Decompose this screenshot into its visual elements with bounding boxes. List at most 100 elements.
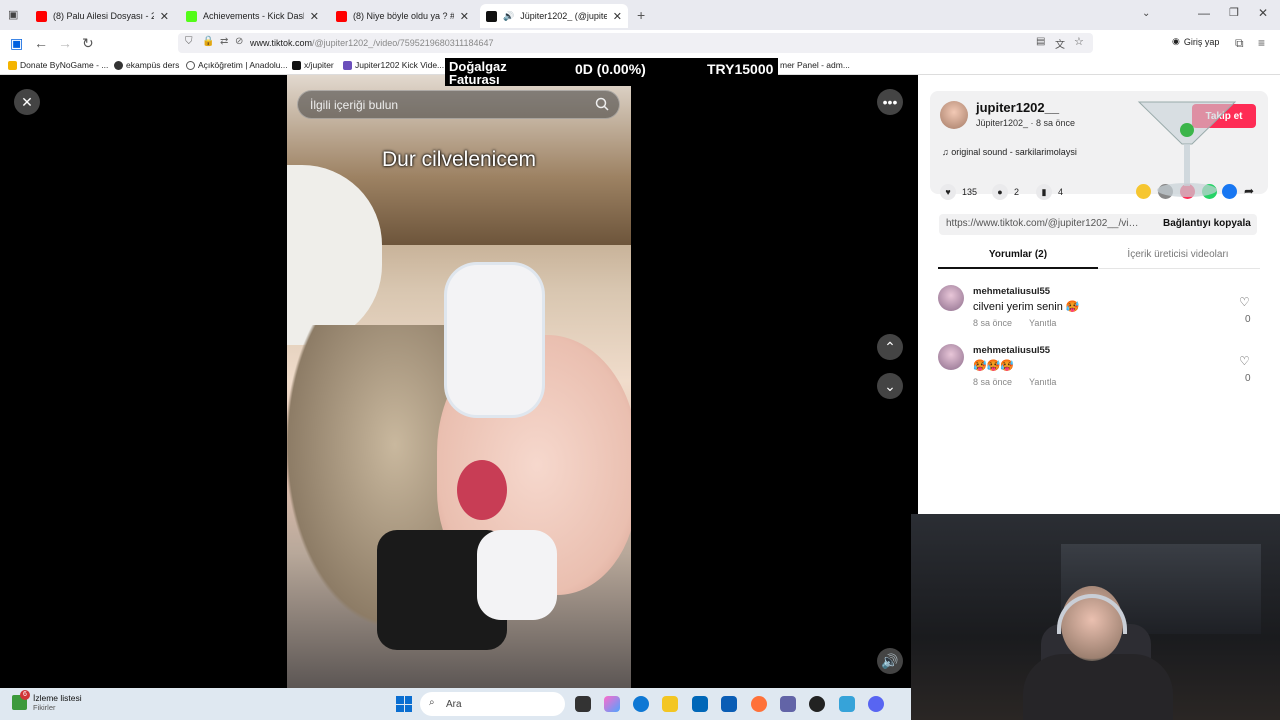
lock-icon[interactable]: 🔒 — [202, 36, 214, 47]
translate-icon[interactable]: 文 — [1055, 36, 1065, 51]
bookmark-label: Jupiter1202 Kick Vide... — [355, 60, 445, 70]
bookmark-x[interactable]: x/jupiter — [292, 60, 334, 70]
close-icon[interactable]: ✕ — [613, 10, 622, 23]
like-count: 135 — [962, 187, 978, 197]
copy-link-button[interactable]: Bağlantıyı kopyala — [1163, 218, 1251, 229]
close-icon[interactable]: ✕ — [310, 10, 319, 23]
extensions-icon[interactable]: ⧉ — [1235, 35, 1244, 51]
sidebar-icon[interactable]: ▣ — [10, 35, 23, 51]
like-button[interactable]: ♥ 135 — [940, 184, 977, 200]
menu-icon[interactable]: ≡ — [1258, 35, 1265, 51]
star-icon[interactable]: ☆ — [1074, 35, 1084, 48]
login-button[interactable]: ◉ Giriş yap — [1172, 36, 1219, 47]
close-window-button[interactable]: ✕ — [1258, 6, 1268, 20]
taskbar-search-label: Ara — [446, 698, 462, 710]
video-player[interactable]: İlgili içeriği bulun Dur cilvelenicem — [287, 75, 631, 688]
bookmark-icon — [8, 60, 17, 70]
bookmark-label: mer Panel - adm... — [780, 60, 850, 70]
search-input[interactable]: İlgili içeriği bulun — [297, 90, 620, 119]
comment-user[interactable]: mehmetaliusul55 — [973, 286, 1050, 297]
tab-creator-videos[interactable]: İçerik üreticisi videoları — [1098, 249, 1258, 260]
reader-icon[interactable]: ▤ — [1036, 36, 1045, 47]
comment-user[interactable]: mehmetaliusul55 — [973, 345, 1050, 356]
bookmark-acikogretim[interactable]: Açıköğretim | Anadolu... — [186, 60, 288, 70]
permissions-icon[interactable]: ⇄ — [220, 36, 228, 47]
tab-kick[interactable]: Achievements - Kick Dashboard ✕ — [180, 4, 325, 28]
watchlist-widget[interactable]: 6 İzleme listesi Fikirler — [12, 690, 82, 712]
reply-button[interactable]: Yanıtla — [1029, 318, 1056, 328]
back-icon[interactable]: ← — [34, 35, 48, 51]
save-button[interactable]: ▮ 4 — [1036, 184, 1063, 200]
heart-icon[interactable]: ♡ — [1239, 295, 1250, 309]
outlook-icon[interactable] — [721, 696, 737, 712]
tab-tiktok[interactable]: 🔊 Jüpiter1202_ (@jupiter1202 ✕ — [480, 4, 628, 28]
forward-icon[interactable]: → — [58, 35, 72, 51]
taskbar-search[interactable]: ⌕ Ara — [420, 692, 565, 716]
minimize-button[interactable]: — — [1198, 6, 1210, 20]
copilot-icon[interactable] — [604, 696, 620, 712]
username[interactable]: jupiter1202__ — [976, 100, 1059, 115]
tab-comments[interactable]: Yorumlar (2) — [938, 249, 1098, 260]
nav-toolbar: ▣ ← → ↻ ⛉ 🔒 ⇄ ⊘ www.tiktok.com/@jupiter1… — [0, 30, 1280, 56]
search-icon[interactable] — [595, 97, 609, 111]
edge-icon[interactable] — [633, 696, 649, 712]
share-icon[interactable]: ➦ — [1244, 184, 1254, 198]
obs-icon[interactable] — [809, 696, 825, 712]
link-row: https://www.tiktok.com/@jupiter1202__/vi… — [939, 214, 1257, 235]
tab-niye[interactable]: (8) Niye böyle oldu ya ? #kesfet ✕ — [330, 4, 475, 28]
comment-item: mehmetaliusul55 cilveni yerim senin 🥵 8 … — [938, 285, 1260, 335]
reply-button[interactable]: Yanıtla — [1029, 377, 1056, 387]
sound-link[interactable]: ♫ original sound - sarkilarimolaysi — [942, 147, 1077, 157]
chevron-down-icon[interactable]: ⌄ — [1142, 8, 1150, 19]
next-video-button[interactable]: ⌄ — [877, 373, 903, 399]
windows-start-icon[interactable] — [396, 696, 412, 712]
volume-button[interactable]: 🔊 — [877, 648, 903, 674]
tab-indicator — [938, 267, 1098, 269]
bookmark-ekampus[interactable]: ekampüs ders — [114, 60, 179, 70]
url-path: /@jupiter1202_/video/7595219680311184647 — [312, 38, 494, 48]
more-options-button[interactable]: ••• — [877, 89, 903, 115]
camera-off-icon[interactable]: ⊘ — [235, 36, 243, 47]
heart-icon: ♥ — [940, 184, 956, 200]
comment-icon: ● — [992, 184, 1008, 200]
store-icon[interactable] — [692, 696, 708, 712]
badge: 6 — [20, 690, 30, 700]
comment-time: 8 sa önce — [973, 377, 1013, 387]
tab-palu[interactable]: (8) Palu Ailesi Dosyası - 2. Kısım ✕ — [30, 4, 175, 28]
speaker-icon[interactable]: 🔊 — [503, 11, 514, 22]
shield-icon[interactable]: ⛉ — [185, 36, 193, 47]
new-tab-button[interactable]: + — [637, 7, 645, 23]
firefox-icon[interactable] — [751, 696, 767, 712]
stream-goal-overlay: Doğalgaz Faturası 0D (0.00%) TRY15000 — [445, 58, 778, 86]
previous-video-button[interactable]: ⌃ — [877, 334, 903, 360]
bookmark-panel[interactable]: mer Panel - adm... — [780, 60, 850, 70]
avatar[interactable] — [938, 285, 964, 311]
task-view-icon[interactable] — [575, 696, 591, 712]
bookmark-bynogame[interactable]: Donate ByNoGame - ... — [8, 60, 108, 70]
file-explorer-icon[interactable] — [662, 696, 678, 712]
save-count: 4 — [1058, 187, 1064, 197]
close-icon[interactable]: ✕ — [160, 10, 169, 23]
bookmark-kick[interactable]: Jupiter1202 Kick Vide... — [343, 60, 444, 70]
martini-glass-icon — [1137, 101, 1237, 197]
close-video-button[interactable]: ✕ — [14, 89, 40, 115]
goal-label-line2: Faturası — [449, 72, 500, 87]
avatar[interactable] — [940, 101, 968, 129]
comment-button[interactable]: ● 2 — [992, 184, 1019, 200]
close-icon[interactable]: ✕ — [460, 10, 469, 23]
post-link[interactable]: https://www.tiktok.com/@jupiter1202__/vi… — [946, 218, 1144, 229]
tab-overview-icon[interactable]: ▣ — [8, 8, 18, 21]
reload-icon[interactable]: ↻ — [82, 35, 94, 51]
tab-label: Jüpiter1202_ (@jupiter1202 — [520, 11, 607, 21]
app-icon[interactable] — [839, 696, 855, 712]
avatar[interactable] — [938, 344, 964, 370]
heart-icon[interactable]: ♡ — [1239, 354, 1250, 368]
bookmark-label: Donate ByNoGame - ... — [20, 60, 109, 70]
maximize-button[interactable]: ❐ — [1229, 6, 1239, 19]
comment-like-count: 0 — [1245, 314, 1251, 325]
video-headphone-lower — [477, 530, 557, 620]
teams-icon[interactable] — [780, 696, 796, 712]
bookmark-icon: ▮ — [1036, 184, 1052, 200]
discord-icon[interactable] — [868, 696, 884, 712]
url-bar[interactable]: ⛉ 🔒 ⇄ ⊘ www.tiktok.com/@jupiter1202_/vid… — [178, 33, 1093, 53]
